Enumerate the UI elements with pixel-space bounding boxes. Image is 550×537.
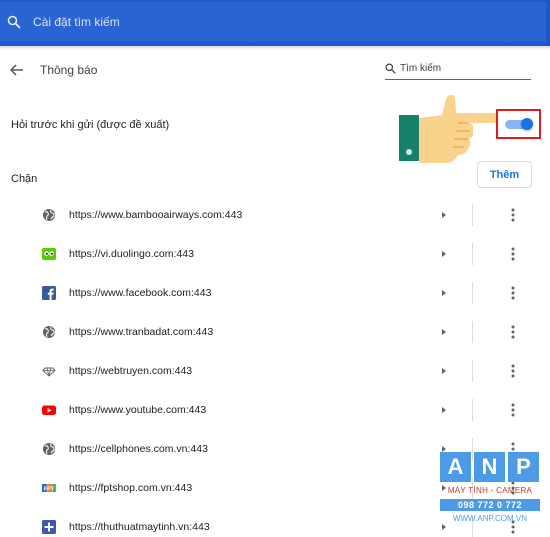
block-section-label: Chặn <box>11 173 38 185</box>
globe-icon <box>43 326 55 338</box>
site-url: https://www.bambooairways.com:443 <box>69 209 243 221</box>
watermark-tagline: MÁY TÍNH - CAMERA <box>447 486 533 495</box>
notifications-search-input[interactable] <box>400 63 520 74</box>
blocked-site-row[interactable]: https://vi.duolingo.com:443 <box>0 235 550 274</box>
site-url: https://www.facebook.com:443 <box>69 287 212 299</box>
blocked-site-row[interactable]: https://webtruyen.com:443 <box>0 352 550 391</box>
settings-search-box[interactable] <box>0 2 546 42</box>
watermark-letter: A <box>440 452 471 482</box>
settings-search-input[interactable] <box>33 15 433 29</box>
search-icon <box>7 15 21 29</box>
watermark-letter: P <box>508 452 539 482</box>
back-arrow-icon[interactable] <box>9 62 25 78</box>
blocked-site-row[interactable]: https://www.bambooairways.com:443 <box>0 196 550 235</box>
site-url: https://www.tranbadat.com:443 <box>69 326 214 338</box>
youtube-icon <box>42 405 56 415</box>
duolingo-icon <box>42 248 56 260</box>
svg-text:FPT: FPT <box>44 487 55 493</box>
ask-before-sending-toggle[interactable] <box>505 118 533 130</box>
chevron-right-icon[interactable] <box>441 366 447 376</box>
blocked-site-row[interactable]: https://www.youtube.com:443 <box>0 391 550 430</box>
watermark-website: WWW.ANP.COM.VN <box>452 514 528 523</box>
row-divider <box>472 243 473 265</box>
page-title: Thông báo <box>40 63 98 77</box>
chevron-right-icon[interactable] <box>441 288 447 298</box>
watermark-letter: N <box>474 452 505 482</box>
toggle-knob <box>521 118 533 130</box>
chevron-right-icon[interactable] <box>441 249 447 259</box>
chevron-right-icon[interactable] <box>441 405 447 415</box>
search-icon <box>385 63 396 74</box>
row-divider <box>472 360 473 382</box>
site-url: https://fptshop.com.vn:443 <box>69 482 193 494</box>
ask-before-sending-label: Hỏi trước khi gửi (được đề xuất) <box>11 119 170 131</box>
site-url: https://vi.duolingo.com:443 <box>69 248 194 260</box>
fpt-icon: FPT <box>42 484 56 493</box>
chevron-right-icon[interactable] <box>441 210 447 220</box>
chevron-right-icon[interactable] <box>441 327 447 337</box>
top-bar <box>0 0 550 46</box>
watermark-phone: 098 772 0 772 <box>440 499 540 511</box>
plus-square-icon <box>42 520 56 534</box>
top-bar-shadow <box>0 46 550 50</box>
globe-icon <box>43 209 55 221</box>
row-divider <box>472 204 473 226</box>
page-header: Thông báo <box>0 56 550 84</box>
site-url: https://www.youtube.com:443 <box>69 404 207 416</box>
facebook-icon <box>42 286 56 300</box>
more-options-icon[interactable] <box>508 246 518 262</box>
site-url: https://thuthuatmaytinh.vn:443 <box>69 521 210 533</box>
more-options-icon[interactable] <box>508 363 518 379</box>
anp-watermark-logo: A N P MÁY TÍNH - CAMERA 098 772 0 772 WW… <box>440 452 540 534</box>
globe-icon <box>43 443 55 455</box>
blocked-site-row[interactable]: https://www.tranbadat.com:443 <box>0 313 550 352</box>
blocked-site-row[interactable]: https://www.facebook.com:443 <box>0 274 550 313</box>
row-divider <box>472 321 473 343</box>
notifications-search[interactable] <box>385 58 531 80</box>
site-url: https://cellphones.com.vn:443 <box>69 443 208 455</box>
more-options-icon[interactable] <box>508 285 518 301</box>
watermark-tiles: A N P <box>440 452 540 482</box>
add-button[interactable]: Thêm <box>477 161 532 188</box>
site-url: https://webtruyen.com:443 <box>69 365 193 377</box>
more-options-icon[interactable] <box>508 402 518 418</box>
row-divider <box>472 399 473 421</box>
more-options-icon[interactable] <box>508 324 518 340</box>
more-options-icon[interactable] <box>508 207 518 223</box>
row-divider <box>472 282 473 304</box>
pointing-hand-icon <box>399 94 498 163</box>
diamond-icon <box>42 367 56 377</box>
